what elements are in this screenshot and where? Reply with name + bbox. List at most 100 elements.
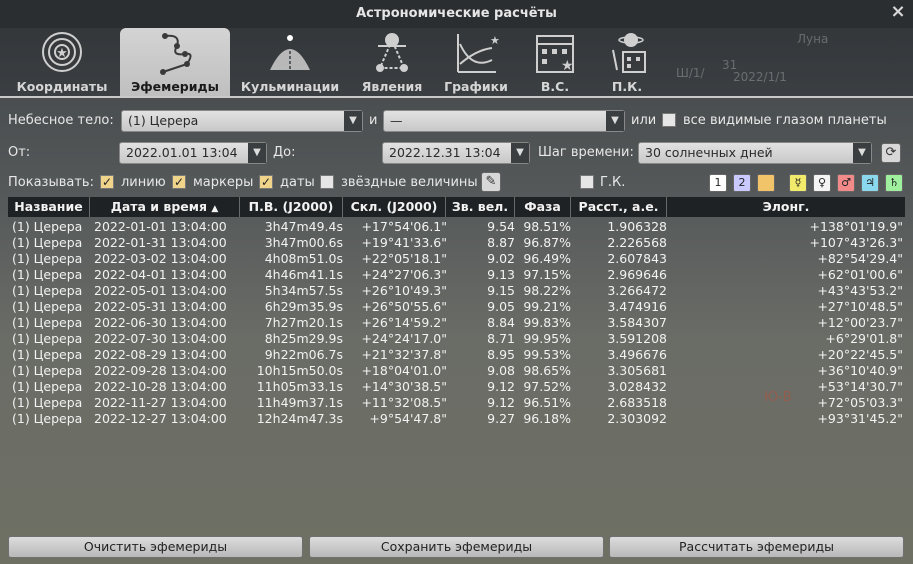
table-row[interactable]: (1) Церера 2022-04-01 13:04:00 4h46m41.1s +…	[8, 267, 905, 283]
cell-magnitude: 8.95	[487, 347, 515, 362]
cell-name: (1) Церера	[12, 219, 83, 234]
table-row[interactable]: (1) Церера 2022-08-29 13:04:00 9h22m06.7s +…	[8, 347, 905, 363]
cell-ra: 11h49m37.1s	[256, 395, 343, 410]
chevron-down-icon[interactable]: ▼	[853, 143, 871, 163]
line-checkbox[interactable]: ✓	[100, 175, 114, 189]
tab-calendar[interactable]: ★ В.С.	[522, 28, 588, 96]
cell-magnitude: 9.15	[487, 283, 515, 298]
table-row[interactable]: (1) Церера 2022-05-01 13:04:00 5h34m57.5s +…	[8, 283, 905, 299]
chevron-down-icon[interactable]: ▼	[248, 143, 266, 163]
step-select-value: 30 солнечных дней	[645, 145, 773, 160]
tab-label: Кульминации	[240, 79, 340, 94]
second-body-select[interactable]: — ▼	[383, 110, 625, 132]
magnitudes-checkbox[interactable]	[320, 175, 334, 189]
col-header-distance[interactable]: Расст., а.е.	[571, 197, 667, 217]
step-label: Шаг времени:	[538, 145, 634, 160]
dates-checkbox[interactable]: ✓	[259, 175, 273, 189]
markers-checkbox[interactable]: ✓	[172, 175, 186, 189]
table-row[interactable]: (1) Церера 2022-01-01 13:04:00 3h47m49.4s +…	[8, 219, 905, 235]
tab-planet-calendar[interactable]: П.К.	[598, 28, 656, 96]
table-row[interactable]: (1) Церера 2022-12-27 13:04:00 12h24m47.3s…	[8, 411, 905, 427]
cell-elongation: +93°31'45.2"	[817, 411, 903, 426]
cell-datetime: 2022-05-31 13:04:00	[94, 299, 227, 314]
chevron-down-icon[interactable]: ▼	[511, 143, 529, 163]
saturn-button[interactable]: ♄	[885, 174, 903, 192]
mars-button[interactable]: ♂	[837, 174, 855, 192]
cell-datetime: 2022-03-02 13:04:00	[94, 251, 227, 266]
or-label: или	[631, 113, 657, 128]
tab-graphs[interactable]: ★ Графики	[440, 28, 512, 96]
planet-button-2[interactable]: 2	[733, 174, 751, 192]
ephemeris-icon	[160, 33, 192, 75]
cell-name: (1) Церера	[12, 251, 83, 266]
table-row[interactable]: (1) Церера 2022-07-30 13:04:00 8h25m29.9s +…	[8, 331, 905, 347]
table-header: Название Дата и время ▲ П.В. (J2000) Скл…	[8, 197, 905, 217]
col-header-ra[interactable]: П.В. (J2000)	[240, 197, 343, 217]
cell-name: (1) Церера	[12, 235, 83, 250]
cell-datetime: 2022-05-01 13:04:00	[94, 283, 227, 298]
cell-ra: 3h47m00.6s	[264, 235, 343, 250]
coordinates-icon: ★	[42, 32, 82, 72]
cell-phase: 97.15%	[523, 267, 571, 282]
col-header-magnitude[interactable]: Зв. вел.	[446, 197, 515, 217]
cell-dec: +14°30'38.5"	[361, 379, 447, 394]
tab-label: Явления	[361, 79, 423, 94]
cell-elongation: +138°01'19.9"	[809, 219, 903, 234]
cell-magnitude: 9.27	[487, 411, 515, 426]
col-header-name[interactable]: Название	[8, 197, 90, 217]
cell-dec: +21°32'37.8"	[361, 347, 447, 362]
cell-magnitude: 8.84	[487, 315, 515, 330]
col-header-phase[interactable]: Фаза	[515, 197, 571, 217]
table-row[interactable]: (1) Церера 2022-05-31 13:04:00 6h29m35.9s +…	[8, 299, 905, 315]
cell-datetime: 2022-01-01 13:04:00	[94, 219, 227, 234]
from-date-field[interactable]: 2022.01.01 13:04 ▼	[119, 142, 267, 164]
sky-label-moon: Луна	[797, 32, 829, 46]
tab-culmination[interactable]: Кульминации	[234, 28, 346, 96]
compute-ephemeris-button[interactable]: Рассчитать эфемериды	[609, 536, 904, 558]
col-header-dec[interactable]: Скл. (J2000)	[343, 197, 446, 217]
tab-ephemeris[interactable]: Эфемериды	[120, 28, 230, 96]
tab-phenomena[interactable]: Явления	[352, 28, 432, 96]
table-row[interactable]: (1) Церера 2022-01-31 13:04:00 3h47m00.6s +…	[8, 235, 905, 251]
col-header-datetime[interactable]: Дата и время ▲	[90, 197, 240, 217]
all-planets-checkbox[interactable]	[662, 113, 676, 127]
sun-button[interactable]	[757, 174, 775, 192]
mercury-button[interactable]: ☿	[789, 174, 807, 192]
cell-dec: +26°14'59.2"	[361, 315, 447, 330]
reset-icon[interactable]: ⟳	[881, 143, 901, 163]
chevron-down-icon[interactable]: ▼	[606, 111, 624, 131]
cell-elongation: +20°22'45.5"	[817, 347, 903, 362]
sky-label-date: 2022/1/1	[733, 70, 787, 84]
sort-ascending-icon: ▲	[211, 204, 219, 214]
table-row[interactable]: (1) Церера 2022-06-30 13:04:00 7h27m20.1s +…	[8, 315, 905, 331]
cell-distance: 3.305681	[607, 363, 667, 378]
table-row[interactable]: (1) Церера 2022-09-28 13:04:00 10h15m50.0s…	[8, 363, 905, 379]
save-ephemeris-button[interactable]: Сохранить эфемериды	[309, 536, 604, 558]
cell-name: (1) Церера	[12, 331, 83, 346]
venus-button[interactable]: ♀	[813, 174, 831, 192]
step-select[interactable]: 30 солнечных дней ▼	[638, 142, 872, 164]
tab-coordinates[interactable]: ★ Координаты	[8, 28, 116, 96]
and-label: и	[369, 113, 378, 128]
cell-elongation: +53°14'30.7"	[817, 379, 903, 394]
body-select[interactable]: (1) Церера ▼	[121, 110, 363, 132]
from-label: От:	[8, 145, 31, 160]
pen-icon[interactable]: ✎	[481, 172, 501, 192]
clear-ephemeris-button[interactable]: Очистить эфемериды	[8, 536, 303, 558]
jupiter-button[interactable]: ♃	[861, 174, 879, 192]
col-header-elongation[interactable]: Элонг.	[667, 197, 905, 217]
cell-distance: 2.683518	[607, 395, 667, 410]
cell-name: (1) Церера	[12, 283, 83, 298]
cell-magnitude: 9.08	[487, 363, 515, 378]
planet-button-1[interactable]: 1	[709, 174, 727, 192]
cell-dec: +18°04'01.0"	[361, 363, 447, 378]
close-icon[interactable]: ×	[889, 2, 907, 24]
table-row[interactable]: (1) Церера 2022-03-02 13:04:00 4h08m51.0s +…	[8, 251, 905, 267]
chevron-down-icon[interactable]: ▼	[344, 111, 362, 131]
cell-datetime: 2022-01-31 13:04:00	[94, 235, 227, 250]
cell-ra: 10h15m50.0s	[256, 363, 343, 378]
cell-name: (1) Церера	[12, 267, 83, 282]
cell-distance: 3.584307	[607, 315, 667, 330]
to-date-field[interactable]: 2022.12.31 13:04 ▼	[382, 142, 530, 164]
gk-checkbox[interactable]	[580, 175, 594, 189]
